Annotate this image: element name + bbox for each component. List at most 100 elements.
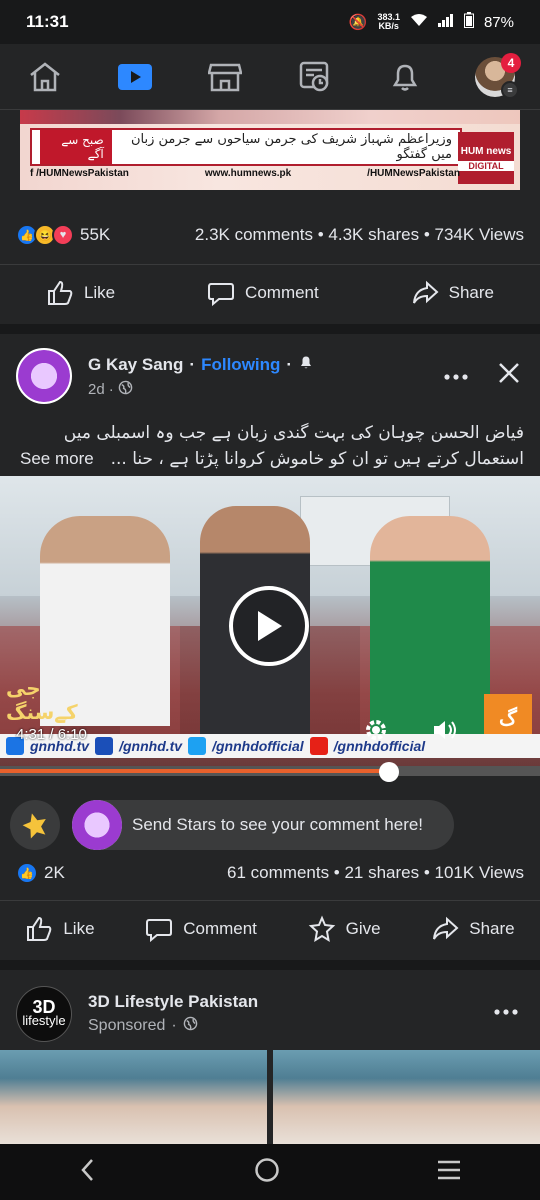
- news-subheading: صبح سے آگے: [40, 130, 112, 164]
- notification-badge: 4: [501, 52, 521, 73]
- avatar: 4 ≡: [475, 52, 521, 99]
- post2-header: G Kay Sang · Following · 2d ·: [0, 340, 540, 420]
- close-icon[interactable]: [498, 362, 520, 389]
- dot-separator: ·: [286, 354, 293, 374]
- footer-facebook: f /HUMNewsPakistan: [30, 168, 129, 179]
- globe-icon: [118, 380, 133, 399]
- like-reaction-icon: 👍: [16, 862, 38, 884]
- send-stars-comment-box[interactable]: Send Stars to see your comment here!: [72, 800, 454, 850]
- page-avatar[interactable]: [16, 348, 72, 404]
- give-label: Give: [345, 918, 381, 938]
- mute-icon: 🔕: [348, 14, 368, 31]
- twitter-icon: [188, 737, 207, 755]
- home-icon: [30, 61, 60, 91]
- battery-percent: 87%: [483, 13, 514, 31]
- post-separator: [0, 324, 540, 334]
- status-icons: 🔕 383.1 KB/s 87%: [349, 12, 514, 32]
- post1-action-bar: Like Comment Share: [0, 264, 540, 320]
- home-circle-icon[interactable]: [254, 1157, 280, 1188]
- post-time[interactable]: 2d: [88, 381, 105, 398]
- volume-icon[interactable]: [430, 716, 458, 749]
- advertiser-logo-text: 3D: [32, 997, 56, 1017]
- like-icon: [47, 280, 73, 305]
- share-button[interactable]: Share: [431, 915, 515, 943]
- following-status[interactable]: Following: [201, 355, 280, 375]
- page-name-row: G Kay Sang · Following ·: [88, 354, 314, 375]
- channel-watermark-logo: جی کےسنگ: [6, 676, 78, 724]
- like-button[interactable]: Like: [25, 915, 95, 943]
- advertiser-logo-subtext: lifestyle: [22, 1013, 66, 1028]
- love-reaction-icon: ♥: [52, 224, 74, 246]
- logo-sub-text: DIGITAL: [458, 160, 514, 171]
- sponsored-meta: Sponsored ·: [88, 1016, 198, 1036]
- marketplace-tab[interactable]: [198, 50, 252, 104]
- news-feed-icon: [299, 61, 329, 91]
- star-icon[interactable]: [10, 800, 60, 850]
- caption-line: فیاض الحسن چوہان کی بہت گندی زبان ہے جب …: [63, 423, 524, 443]
- page-name[interactable]: G Kay Sang: [88, 355, 183, 375]
- video-person: [370, 516, 490, 736]
- reaction-count: 2K: [44, 863, 65, 882]
- share-button[interactable]: Share: [411, 279, 494, 307]
- video-time: 4:31 / 6:10: [16, 726, 87, 743]
- post-stats[interactable]: 61 comments • 21 shares • 101K Views: [227, 863, 524, 883]
- post-stats[interactable]: 2.3K comments • 4.3K shares • 734K Views: [195, 225, 524, 245]
- profile-menu-tab[interactable]: 4 ≡: [468, 50, 522, 104]
- comment-button[interactable]: Comment: [145, 915, 257, 943]
- notifications-tab[interactable]: [378, 50, 432, 104]
- like-button[interactable]: Like: [46, 279, 115, 307]
- more-options-icon[interactable]: [444, 367, 468, 385]
- logo-text: HUM news: [460, 145, 512, 157]
- video-tab[interactable]: [108, 50, 162, 104]
- bell-icon: [392, 64, 418, 91]
- video-scrubber-handle[interactable]: [378, 762, 399, 782]
- like-label: Like: [83, 282, 116, 302]
- send-stars-row: Send Stars to see your comment here!: [10, 796, 540, 852]
- ad-image: [273, 1050, 540, 1144]
- status-bar: 11:31 🔕 383.1 KB/s 87%: [0, 0, 540, 44]
- give-button[interactable]: Give: [308, 914, 381, 943]
- hum-news-logo: HUM news DIGITAL: [458, 132, 514, 184]
- give-star-icon: [308, 914, 335, 942]
- comment-label: Comment: [245, 282, 319, 302]
- back-icon[interactable]: [78, 1158, 98, 1187]
- more-options-icon[interactable]: [494, 1002, 518, 1020]
- news-feed-tab[interactable]: [288, 50, 342, 104]
- dot-separator: ·: [171, 1017, 177, 1034]
- comment-icon: [146, 918, 173, 942]
- video-icon: [118, 63, 152, 90]
- dot-separator: ·: [189, 354, 196, 374]
- network-speed-unit: KB/s: [378, 21, 399, 31]
- post1-reaction-summary[interactable]: 👍 😆 ♥ 55K 2.3K comments • 4.3K shares • …: [0, 210, 540, 260]
- signal-icon: [437, 13, 454, 31]
- see-more-link[interactable]: See more: [20, 446, 100, 472]
- top-navigation: 4 ≡: [0, 44, 540, 110]
- video-bar-facebook: /gnnhd.tv: [119, 738, 183, 754]
- share-label: Share: [469, 918, 515, 938]
- like-label: Like: [63, 918, 95, 938]
- video-progress-bar[interactable]: [0, 762, 540, 782]
- comment-button[interactable]: Comment: [207, 279, 319, 307]
- post-caption: فیاض الحسن چوہان کی بہت گندی زبان ہے جب …: [20, 420, 524, 472]
- advertiser-avatar[interactable]: 3D lifestyle: [16, 986, 72, 1042]
- video-bar-twitter: /gnnhdofficial: [212, 738, 304, 754]
- sponsored-media[interactable]: [0, 1050, 540, 1144]
- reaction-icons: 👍 😆 ♥: [16, 224, 74, 246]
- previous-post-video[interactable]: وزیراعظم شہباز شریف کی جرمن سیاحوں سے جر…: [20, 110, 520, 190]
- sponsored-label[interactable]: Sponsored: [88, 1017, 165, 1035]
- post-separator: [0, 960, 540, 970]
- wifi-icon: [410, 13, 428, 31]
- share-icon: [433, 916, 459, 940]
- video-player[interactable]: جی کےسنگ گ gnnhd.tv /gnnhd.tv /gnnhdoffic…: [0, 476, 540, 766]
- comment-icon: [208, 282, 235, 306]
- comment-label: Comment: [183, 918, 257, 938]
- post2-reaction-summary[interactable]: 👍 2K 61 comments • 21 shares • 101K View…: [0, 856, 540, 890]
- play-button[interactable]: [229, 586, 309, 666]
- advertiser-name[interactable]: 3D Lifestyle Pakistan: [88, 992, 258, 1012]
- news-headline-bar: وزیراعظم شہباز شریف کی جرمن سیاحوں سے جر…: [30, 128, 462, 166]
- home-tab[interactable]: [18, 50, 72, 104]
- play-icon: [258, 611, 282, 641]
- settings-gear-icon[interactable]: [362, 716, 390, 749]
- recent-apps-icon[interactable]: [436, 1159, 462, 1186]
- video-frame-strip: [20, 110, 520, 124]
